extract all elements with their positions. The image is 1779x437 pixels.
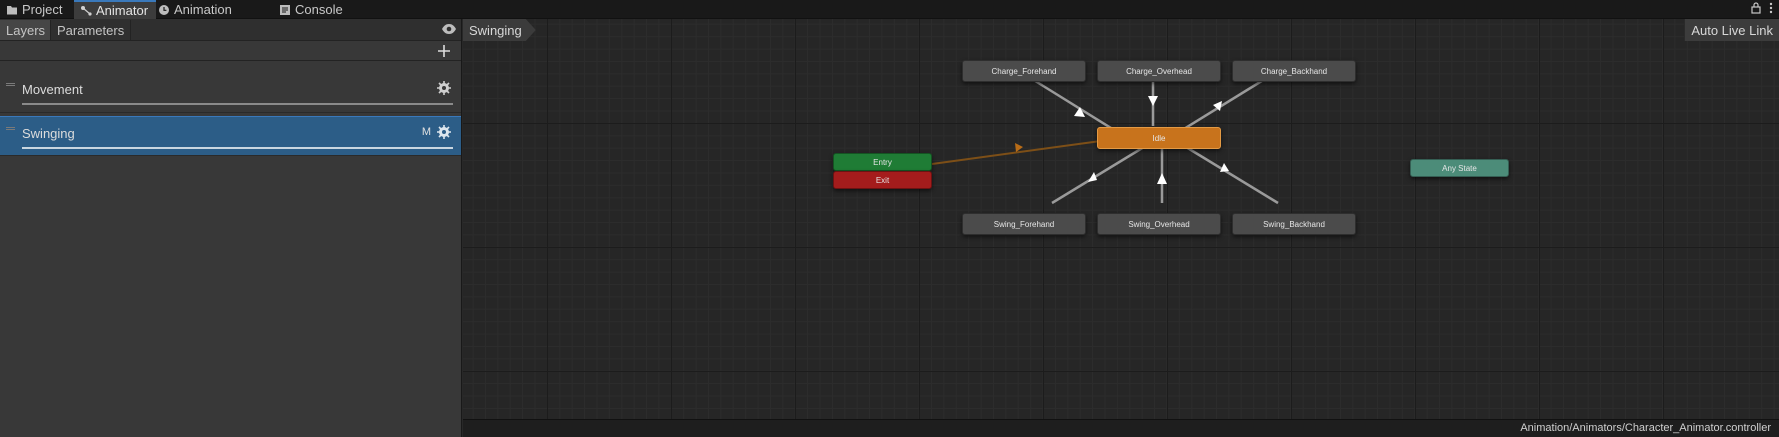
- console-icon: [280, 4, 290, 15]
- tab-animation[interactable]: Animation: [152, 0, 240, 19]
- arrowhead-icon: [1015, 143, 1023, 152]
- tab-console-label: Console: [295, 2, 343, 17]
- layer-item-movement[interactable]: Movement: [0, 73, 461, 113]
- transition-charge-backhand[interactable]: [1178, 77, 1266, 134]
- panel-subtabs: Layers Parameters: [0, 19, 461, 41]
- layer-weight-slider[interactable]: [22, 147, 453, 149]
- breadcrumb-label: Swinging: [469, 22, 522, 38]
- add-layer-row: [0, 41, 461, 61]
- state-charge-backhand[interactable]: Charge_Backhand: [1232, 60, 1356, 82]
- layers-panel: Layers Parameters Movement Swinging M: [0, 19, 462, 437]
- transition-swing-backhand[interactable]: [1185, 145, 1279, 205]
- tab-animator-label: Animator: [96, 3, 149, 18]
- gear-icon[interactable]: [437, 81, 451, 95]
- subtab-parameters[interactable]: Parameters: [51, 20, 132, 40]
- tab-project[interactable]: Project: [0, 0, 70, 19]
- state-charge-overhead[interactable]: Charge_Overhead: [1097, 60, 1221, 82]
- add-layer-icon[interactable]: [437, 44, 451, 58]
- state-idle-default[interactable]: Idle: [1097, 127, 1221, 149]
- subtab-layers[interactable]: Layers: [0, 20, 51, 40]
- layer-name: Movement: [22, 82, 83, 97]
- state-swing-backhand[interactable]: Swing_Backhand: [1232, 213, 1356, 235]
- transition-entry-idle[interactable]: [931, 139, 1109, 165]
- tab-project-label: Project: [22, 2, 63, 17]
- clock-icon: [159, 4, 169, 15]
- arrowhead-icon: [1157, 173, 1167, 184]
- layer-item-swinging[interactable]: Swinging M: [0, 116, 461, 156]
- window-tab-bar: Project Animator Animation Console: [0, 0, 1779, 19]
- transition-charge-forehand[interactable]: [1031, 77, 1120, 135]
- layer-name: Swinging: [22, 126, 75, 141]
- arrowhead-icon: [1088, 172, 1097, 182]
- eye-icon[interactable]: [441, 22, 457, 36]
- state-any-state[interactable]: Any State: [1410, 159, 1509, 177]
- layer-weight-slider[interactable]: [22, 103, 453, 105]
- tab-animation-label: Animation: [174, 2, 232, 17]
- mask-badge: M: [421, 126, 431, 138]
- arrowhead-icon: [1148, 96, 1158, 106]
- transition-swing-forehand[interactable]: [1051, 145, 1145, 205]
- lock-icon[interactable]: [1751, 2, 1761, 14]
- folder-icon: [7, 5, 17, 14]
- drag-handle-icon[interactable]: [6, 83, 15, 86]
- breadcrumb[interactable]: Swinging: [463, 19, 536, 41]
- state-swing-overhead[interactable]: Swing_Overhead: [1097, 213, 1221, 235]
- state-entry[interactable]: Entry: [833, 153, 932, 171]
- state-swing-forehand[interactable]: Swing_Forehand: [962, 213, 1086, 235]
- state-machine-graph[interactable]: Swinging Auto Live Link Charge_Forehand …: [463, 19, 1779, 419]
- state-exit[interactable]: Exit: [833, 171, 932, 189]
- drag-handle-icon[interactable]: [6, 127, 15, 130]
- tab-animator[interactable]: Animator: [74, 0, 157, 19]
- more-menu-icon[interactable]: [1769, 2, 1773, 14]
- animator-icon: [81, 5, 92, 16]
- tab-console[interactable]: Console: [273, 0, 351, 19]
- gear-icon[interactable]: [437, 125, 451, 139]
- auto-live-link-button[interactable]: Auto Live Link: [1684, 19, 1779, 41]
- state-charge-forehand[interactable]: Charge_Forehand: [962, 60, 1086, 82]
- status-bar: Animation/Animators/Character_Animator.c…: [463, 419, 1779, 437]
- controller-path: Animation/Animators/Character_Animator.c…: [1520, 422, 1771, 434]
